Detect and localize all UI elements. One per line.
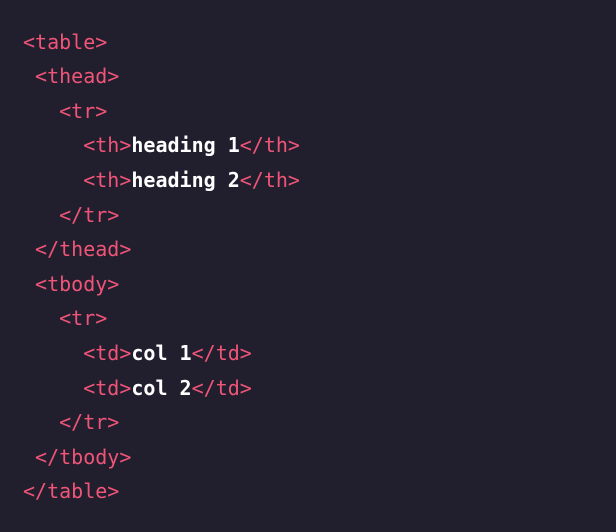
code-line: <th>heading 2</th> (23, 163, 300, 198)
code-line: <td>col 1</td> (23, 336, 252, 371)
code-line: </tr> (23, 405, 119, 440)
code-line: </tbody> (23, 440, 131, 475)
code-tag: </td> (191, 375, 252, 400)
code-tag: </tr> (59, 410, 120, 435)
code-tag: <th> (83, 133, 132, 158)
code-text: col 2 (131, 375, 192, 400)
code-tag: </thead> (35, 237, 132, 262)
code-tag: </td> (191, 340, 252, 365)
code-line: </tr> (23, 198, 119, 233)
code-text: heading 2 (131, 167, 240, 192)
code-tag: </th> (239, 167, 300, 192)
code-tag: <tr> (59, 306, 108, 331)
code-text: heading 1 (131, 133, 240, 158)
code-tag: <table> (23, 29, 108, 54)
code-line: <th>heading 1</th> (23, 128, 300, 163)
code-line: <td>col 2</td> (23, 371, 252, 406)
code-line: <tr> (23, 94, 107, 129)
code-tag: <tbody> (35, 271, 120, 296)
code-tag: </table> (23, 479, 120, 504)
code-tag: <thead> (35, 64, 120, 89)
code-text: col 1 (131, 340, 192, 365)
code-line: </thead> (23, 232, 131, 267)
code-tag: <th> (83, 167, 132, 192)
code-tag: </tr> (59, 202, 120, 227)
code-line: <table> (23, 25, 107, 60)
code-line: <thead> (23, 59, 119, 94)
code-tag: <td> (83, 375, 132, 400)
code-line: </table> (23, 474, 119, 509)
code-line: <tbody> (23, 267, 119, 302)
code-tag: </th> (239, 133, 300, 158)
code-tag: <tr> (59, 98, 108, 123)
code-line: <tr> (23, 301, 107, 336)
code-block: <table> <thead> <tr> <th>heading 1</th> … (0, 0, 616, 532)
code-tag: </tbody> (35, 444, 132, 469)
code-tag: <td> (83, 340, 132, 365)
